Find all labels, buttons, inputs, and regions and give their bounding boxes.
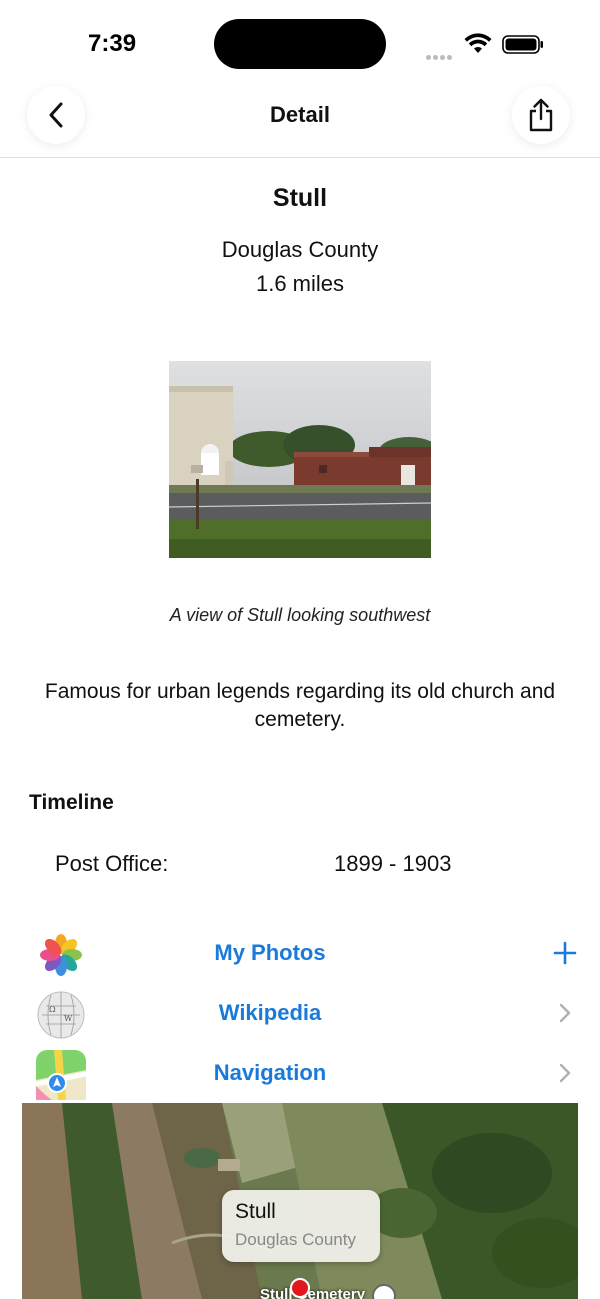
map-poi-label: Stull Cemetery [260,1286,366,1299]
status-bar: 7:39 [0,0,600,80]
wifi-icon [464,33,492,53]
wikipedia-chevron [552,998,578,1028]
dynamic-island [214,19,386,69]
cellular-signal-icon [426,47,454,65]
timeline-heading: Timeline [29,791,114,814]
chevron-right-icon [559,1003,571,1023]
photo-caption: A view of Stull looking southwest [169,605,431,625]
timeline-label: Post Office: [55,851,169,876]
wikipedia-label: Wikipedia [218,1000,322,1025]
my-photos-row[interactable]: My Photos [0,926,600,982]
share-icon [529,98,553,132]
wikipedia-row[interactable]: Ω W Wikipedia [0,986,600,1042]
place-name: Stull [272,184,328,212]
navigation-label: Navigation [213,1060,327,1085]
callout-title: Stull [235,1200,276,1223]
navigation-bar: Detail [0,80,600,158]
my-photos-label: My Photos [214,940,326,965]
timeline-value: 1899 - 1903 [334,851,452,876]
plus-icon [553,941,577,965]
chevron-right-icon [559,1063,571,1083]
share-button[interactable] [512,86,570,144]
place-description: Famous for urban legends regarding its o… [44,680,556,731]
callout-subtitle: Douglas County [235,1230,356,1249]
add-photo-button[interactable] [552,938,578,968]
map-pin-icon[interactable] [290,1278,310,1298]
navigation-row[interactable]: Navigation [0,1046,600,1102]
navigation-chevron [552,1058,578,1088]
place-county: Douglas County [221,237,379,262]
status-time: 7:39 [88,30,137,57]
page-title: Detail [270,102,330,127]
map-callout[interactable]: Stull Douglas County [222,1190,380,1262]
place-distance: 1.6 miles [255,271,345,296]
battery-icon [502,35,543,54]
place-photo[interactable] [169,361,431,558]
